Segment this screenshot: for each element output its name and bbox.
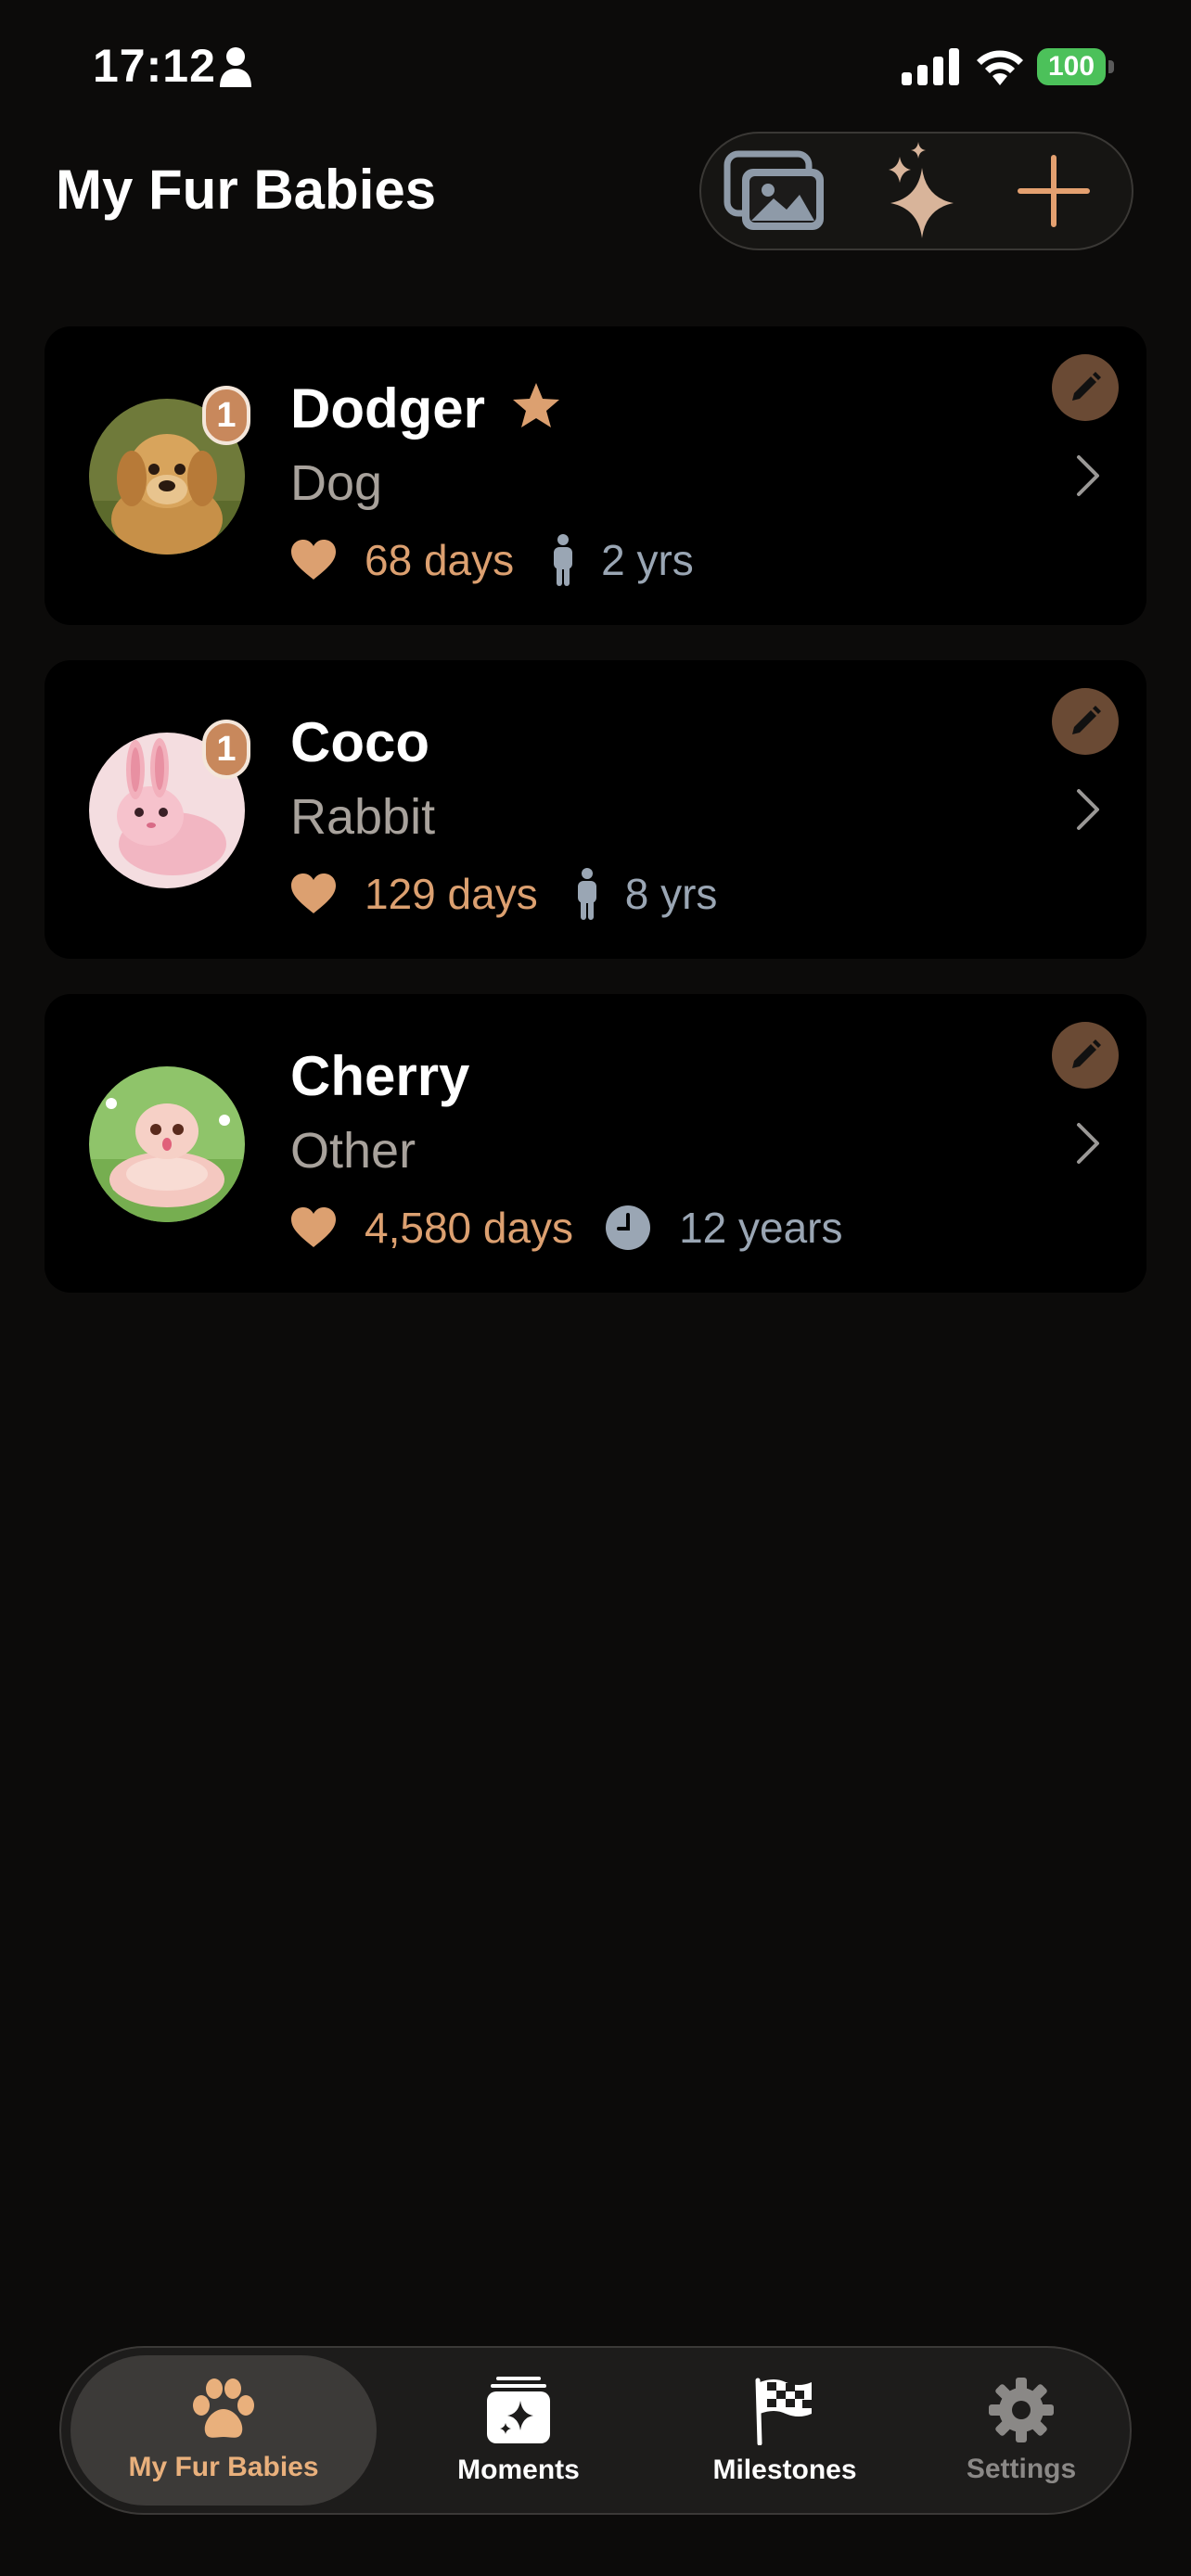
tab-settings[interactable]: Settings — [915, 2355, 1128, 2506]
pet-card-dodger[interactable]: 1 Dodger Dog 68 days 2 yrs — [45, 326, 1146, 625]
pet-stats: 129 days 8 yrs — [290, 866, 717, 922]
battery-tip — [1108, 60, 1114, 73]
pet-avatar — [89, 1066, 245, 1222]
checkered-flag-icon — [755, 2378, 812, 2445]
tab-moments[interactable]: Moments — [412, 2355, 625, 2506]
pet-type: Rabbit — [290, 789, 436, 845]
notification-badge: 1 — [202, 720, 250, 779]
add-pet-button[interactable] — [998, 147, 1109, 236]
pet-name: Coco — [290, 711, 429, 773]
chevron-right-icon — [1077, 1123, 1099, 1164]
pencil-icon — [1072, 372, 1101, 401]
pet-age: 2 yrs — [601, 536, 694, 584]
pet-type: Other — [290, 1123, 416, 1179]
days-together: 129 days — [365, 870, 538, 918]
chevron-right-icon — [1077, 455, 1099, 496]
sparkle-icon — [889, 142, 954, 238]
tab-label: Settings — [966, 2454, 1077, 2484]
days-together: 68 days — [365, 536, 515, 584]
heart-icon — [291, 540, 336, 580]
pet-stats: 68 days 2 yrs — [290, 532, 694, 588]
notification-badge: 1 — [202, 386, 250, 445]
pencil-icon — [1072, 1039, 1101, 1068]
tab-my-fur-babies[interactable]: My Fur Babies — [70, 2355, 377, 2506]
pet-age: 12 years — [679, 1204, 843, 1252]
paw-icon — [193, 2378, 254, 2438]
pet-name: Dodger — [290, 377, 485, 440]
gear-icon — [989, 2378, 1054, 2442]
status-time: 17:12 — [93, 40, 216, 92]
tab-label: Moments — [457, 2455, 580, 2485]
edit-button[interactable] — [1052, 1022, 1119, 1089]
battery-level: 100 — [1037, 48, 1106, 85]
person-figure-icon — [577, 868, 596, 920]
heart-icon — [291, 874, 336, 913]
tab-label: Milestones — [712, 2455, 857, 2485]
tab-label: My Fur Babies — [128, 2452, 319, 2482]
pet-name: Cherry — [290, 1045, 470, 1107]
heart-icon — [291, 1207, 336, 1247]
cellular-signal-icon — [902, 48, 959, 85]
header-toolbar — [699, 132, 1133, 250]
page-title: My Fur Babies — [56, 159, 437, 221]
tab-milestones[interactable]: Milestones — [655, 2355, 915, 2506]
pet-type: Dog — [290, 455, 383, 511]
edit-button[interactable] — [1052, 688, 1119, 755]
tab-bar: My Fur Babies Moments Milestones Setting… — [59, 2346, 1132, 2515]
pet-age: 8 yrs — [624, 870, 718, 918]
person-figure-icon — [554, 534, 573, 586]
wifi-icon — [977, 50, 1023, 85]
photo-stack-icon — [724, 150, 824, 230]
photos-button[interactable] — [720, 147, 831, 236]
days-together: 4,580 days — [365, 1204, 574, 1252]
moments-icon — [487, 2377, 550, 2443]
person-icon — [220, 47, 251, 87]
status-bar: 17:12 100 — [0, 0, 1191, 139]
battery-indicator: 100 — [1037, 48, 1115, 85]
sparkle-button[interactable] — [866, 142, 978, 238]
plus-icon — [1018, 155, 1090, 227]
pet-stats: 4,580 days 12 years — [290, 1200, 843, 1256]
pet-card-coco[interactable]: 1 Coco Rabbit 129 days 8 yrs — [45, 660, 1146, 959]
favorite-star-icon — [513, 383, 559, 427]
clock-icon — [606, 1205, 651, 1250]
edit-button[interactable] — [1052, 354, 1119, 421]
chevron-right-icon — [1077, 789, 1099, 830]
pet-card-cherry[interactable]: Cherry Other 4,580 days 12 years — [45, 994, 1146, 1293]
pencil-icon — [1072, 706, 1101, 734]
